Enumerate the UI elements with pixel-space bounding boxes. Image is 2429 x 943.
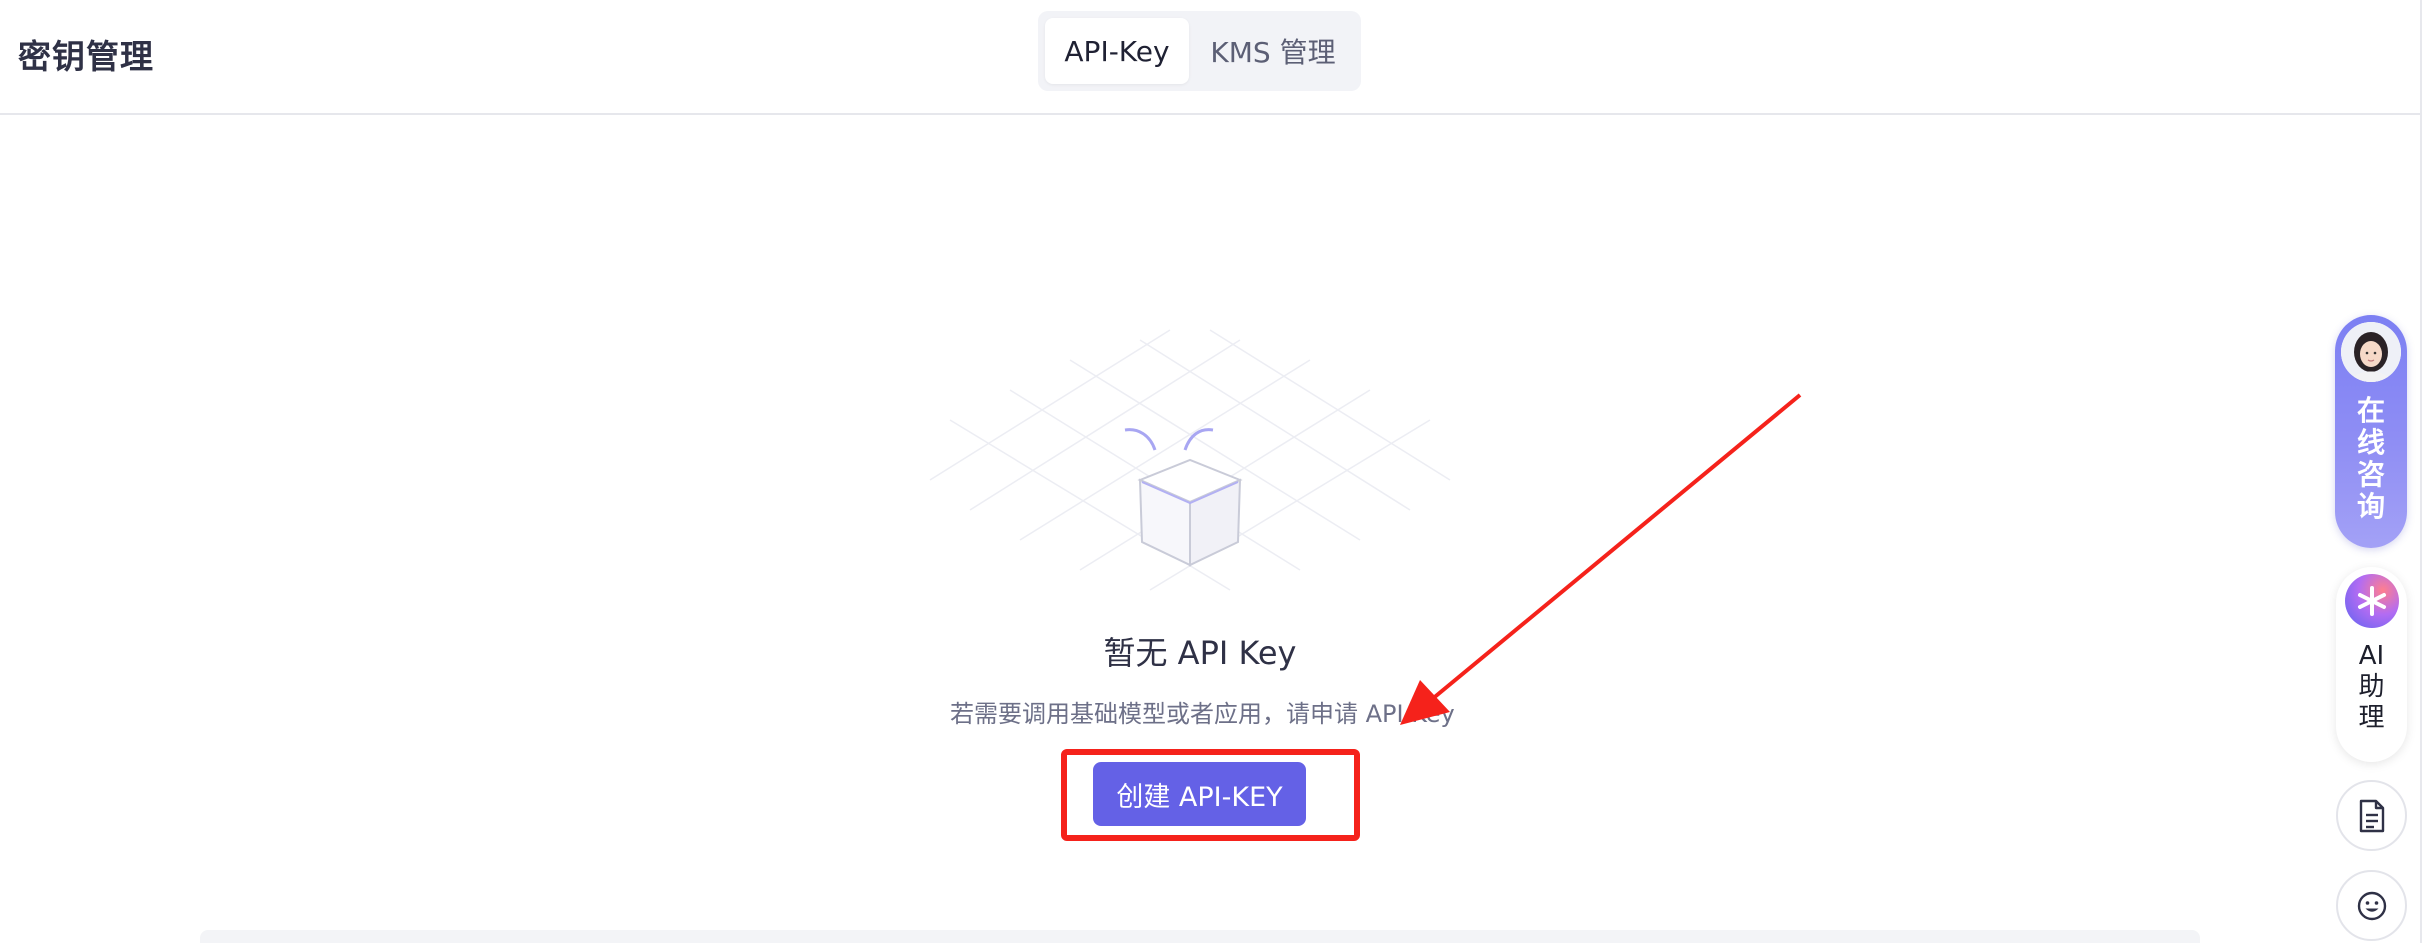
bottom-panel-edge: [200, 930, 2200, 943]
page: 密钥管理 API-Key KMS 管理 暂无 API Key 若需要调用基础模型…: [0, 0, 2429, 943]
avatar: [2341, 322, 2401, 382]
tab-group: API-Key KMS 管理: [1038, 11, 1361, 91]
ai-assistant-label: AI 助 理: [2336, 641, 2407, 734]
ai-char-2: 助: [2358, 672, 2385, 702]
tab-api-key[interactable]: API-Key: [1045, 18, 1189, 84]
ai-char-3: 理: [2358, 703, 2385, 733]
ai-char-1: AI: [2358, 641, 2385, 671]
online-consult-label: 在 线 咨 询: [2335, 395, 2407, 523]
smile-icon: [2357, 891, 2386, 920]
page-title: 密钥管理: [18, 37, 154, 76]
feedback-button[interactable]: [2336, 870, 2407, 941]
document-icon: [2359, 799, 2384, 832]
consult-char-1: 在: [2356, 394, 2385, 427]
page-header: 密钥管理 API-Key KMS 管理: [0, 0, 2420, 115]
empty-title-text: 暂无 API Key: [1103, 634, 1297, 672]
tab-kms[interactable]: KMS 管理: [1193, 18, 1353, 84]
create-api-key-button[interactable]: 创建 API-KEY: [1093, 762, 1306, 826]
empty-title: 暂无 API Key: [0, 628, 2400, 674]
avatar-portrait-icon: [2341, 322, 2401, 382]
consult-char-2: 线: [2356, 426, 2385, 459]
online-consult-button[interactable]: 在 线 咨 询: [2335, 315, 2407, 548]
ai-assistant-icon: [2345, 574, 2399, 628]
ai-assistant-button[interactable]: AI 助 理: [2336, 567, 2407, 762]
consult-char-3: 咨: [2356, 458, 2385, 491]
document-button[interactable]: [2336, 780, 2407, 851]
consult-char-4: 询: [2356, 490, 2385, 523]
annotation-arrow: [1400, 393, 1802, 725]
scrollbar-track[interactable]: [2420, 0, 2422, 943]
